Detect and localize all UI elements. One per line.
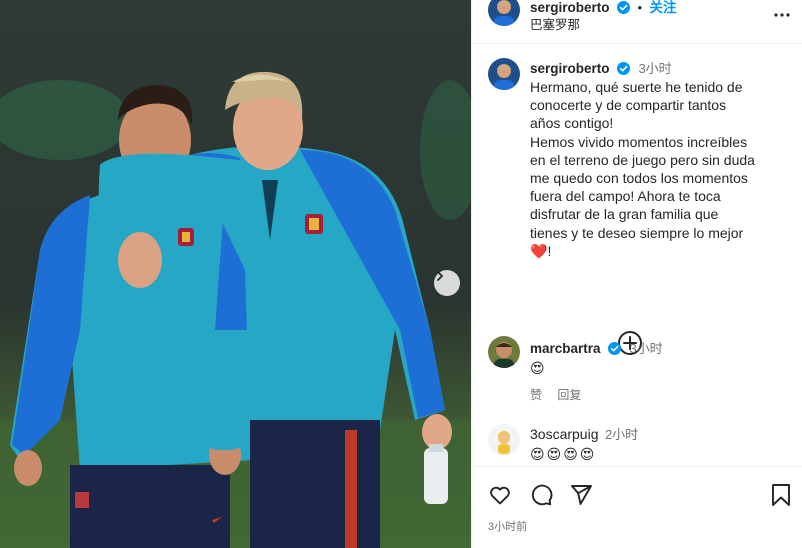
bookmark-icon	[772, 484, 790, 506]
share-button[interactable]	[569, 483, 593, 512]
chevron-right-icon	[437, 271, 443, 281]
like-button[interactable]	[488, 483, 512, 512]
comment-text: 😍	[530, 360, 547, 376]
comment-text: 😍😍😍😍	[530, 446, 597, 462]
comment-avatar[interactable]	[488, 336, 520, 368]
author-username[interactable]: sergiroberto	[530, 0, 610, 15]
comment-item: marcbartra 3小时 😍 赞 回复	[530, 338, 792, 403]
comment-item: 3oscarpuig 2小时 😍😍😍😍	[530, 424, 792, 463]
post-photo-illustration	[0, 71, 471, 548]
comment-avatar[interactable]	[488, 424, 520, 456]
comment-like-button[interactable]: 赞	[530, 388, 542, 402]
comment-button[interactable]	[529, 483, 553, 512]
post-location[interactable]: 巴塞罗那	[530, 14, 580, 33]
author-avatar[interactable]	[488, 0, 520, 26]
post-side-panel: sergiroberto • 关注 巴塞罗那 sergiroberto 3小时 …	[471, 0, 802, 548]
post-photo[interactable]	[0, 0, 471, 548]
comments-list[interactable]: sergiroberto 3小时 Hermano, qué suerte he …	[472, 46, 802, 466]
caption: sergiroberto 3小时 Hermano, qué suerte he …	[530, 58, 792, 260]
follow-button[interactable]: 关注	[649, 0, 676, 15]
heart-icon	[490, 486, 510, 505]
comment-reply-button[interactable]: 回复	[557, 388, 581, 402]
save-button[interactable]	[770, 483, 792, 512]
comment-username[interactable]: 3oscarpuig	[530, 426, 599, 442]
post-header: sergiroberto • 关注 巴塞罗那	[472, 0, 802, 44]
caption-text: Hermano, qué suerte he tenido de conocer…	[530, 79, 755, 241]
posted-time[interactable]: 3小时前	[488, 518, 527, 534]
separator-dot: •	[637, 0, 642, 15]
caption-time[interactable]: 3小时	[638, 61, 671, 76]
comment-time[interactable]: 3小时	[629, 341, 662, 356]
more-icon	[774, 13, 790, 17]
comment-icon	[531, 484, 553, 506]
caption-trailing-text: !	[547, 242, 552, 259]
heart-emoji: ❤️	[530, 242, 548, 259]
verified-badge-icon	[616, 1, 630, 14]
verified-badge-icon	[616, 62, 630, 75]
post-actions: 3小时前	[472, 466, 802, 548]
more-options-button[interactable]	[773, 6, 791, 29]
verified-badge-icon	[608, 342, 621, 355]
caption-username[interactable]: sergiroberto	[530, 61, 610, 76]
comment-username[interactable]: marcbartra	[530, 341, 601, 356]
caption-avatar[interactable]	[488, 58, 520, 90]
next-photo-button[interactable]	[434, 270, 460, 296]
comment-time[interactable]: 2小时	[605, 427, 638, 442]
share-icon	[571, 485, 592, 505]
